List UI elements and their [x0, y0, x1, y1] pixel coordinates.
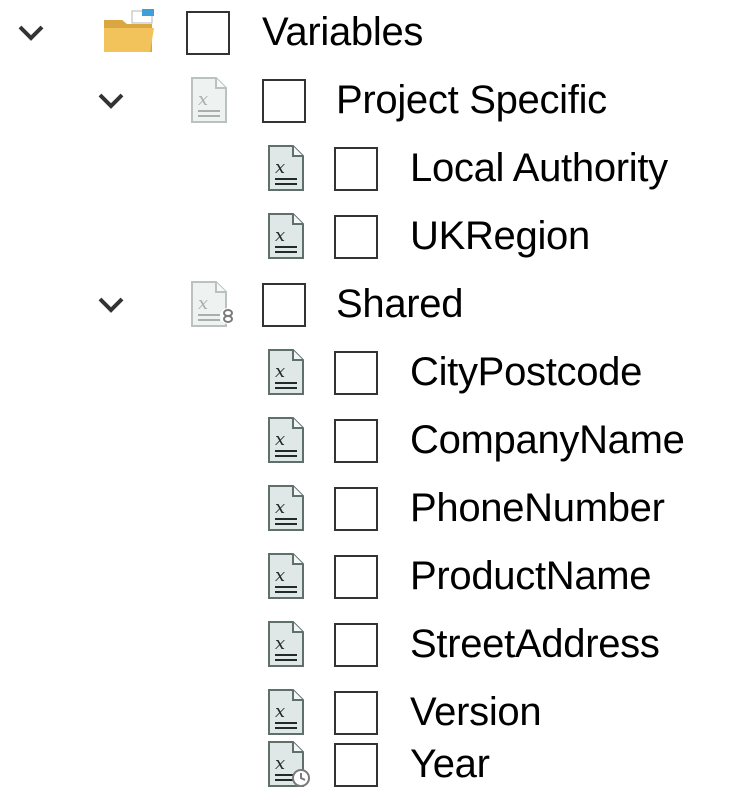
chevron-down-icon[interactable] — [13, 14, 49, 50]
variable-icon — [257, 142, 313, 194]
tree-node-label: Variables — [262, 10, 424, 54]
variable-icon — [257, 210, 313, 262]
checkbox-variables[interactable] — [186, 11, 230, 55]
link-icon — [218, 306, 238, 326]
tree-node-ukregion[interactable]: UKRegion — [0, 204, 749, 272]
tree-node-label: CompanyName — [410, 418, 685, 462]
variable-icon — [257, 550, 313, 602]
checkbox-citypostcode[interactable] — [334, 351, 378, 395]
checkbox-companyname[interactable] — [334, 419, 378, 463]
variables-tree: Variables Project Specific Local Authori… — [0, 0, 749, 800]
tree-node-citypostcode[interactable]: CityPostcode — [0, 340, 749, 408]
checkbox-project-specific[interactable] — [262, 79, 306, 123]
tree-node-companyname[interactable]: CompanyName — [0, 408, 749, 476]
tree-node-label: UKRegion — [410, 214, 590, 258]
tree-node-label: Local Authority — [410, 146, 668, 190]
checkbox-ukregion[interactable] — [334, 215, 378, 259]
tree-node-label: Project Specific — [336, 78, 607, 122]
variable-icon — [257, 414, 313, 466]
variable-group-icon — [180, 74, 236, 126]
tree-node-label: StreetAddress — [410, 622, 660, 666]
date-variable-icon — [257, 738, 313, 790]
tree-node-label: ProductName — [410, 554, 652, 598]
tree-node-local-authority[interactable]: Local Authority — [0, 136, 749, 204]
checkbox-streetaddress[interactable] — [334, 623, 378, 667]
tree-node-productname[interactable]: ProductName — [0, 544, 749, 612]
checkbox-year[interactable] — [334, 743, 378, 787]
variable-icon — [257, 482, 313, 534]
tree-node-label: CityPostcode — [410, 350, 643, 394]
chevron-down-icon[interactable] — [93, 82, 129, 118]
tree-node-label: PhoneNumber — [410, 486, 665, 530]
folder-icon — [100, 6, 156, 58]
checkbox-phonenumber[interactable] — [334, 487, 378, 531]
checkbox-local-authority[interactable] — [334, 147, 378, 191]
variable-icon — [257, 618, 313, 670]
tree-node-year[interactable]: Year — [0, 732, 749, 800]
tree-node-label: Shared — [336, 282, 464, 326]
tree-node-label: Year — [410, 742, 490, 786]
checkbox-shared[interactable] — [262, 283, 306, 327]
tree-node-label: Version — [410, 690, 542, 734]
checkbox-version[interactable] — [334, 691, 378, 735]
chevron-down-icon[interactable] — [93, 286, 129, 322]
tree-node-project-specific[interactable]: Project Specific — [0, 68, 749, 136]
checkbox-productname[interactable] — [334, 555, 378, 599]
variable-icon — [257, 686, 313, 738]
tree-node-phonenumber[interactable]: PhoneNumber — [0, 476, 749, 544]
tree-node-streetaddress[interactable]: StreetAddress — [0, 612, 749, 680]
variable-icon — [257, 346, 313, 398]
tree-node-shared[interactable]: Shared — [0, 272, 749, 340]
shared-variable-group-icon — [180, 278, 236, 330]
tree-node-variables[interactable]: Variables — [0, 0, 749, 68]
clock-icon — [291, 768, 311, 788]
